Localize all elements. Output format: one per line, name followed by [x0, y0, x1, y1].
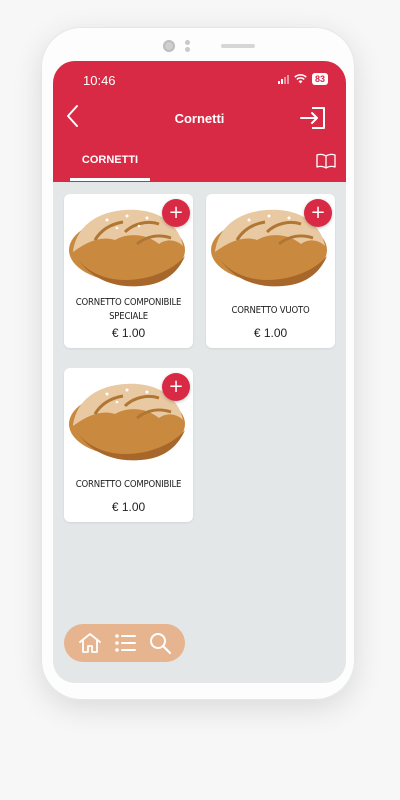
- add-to-cart-button[interactable]: +: [162, 199, 190, 227]
- product-price: € 1.00: [111, 500, 146, 514]
- book-icon[interactable]: [316, 153, 336, 169]
- bottom-nav: [64, 624, 185, 662]
- signal-icon: [277, 74, 289, 84]
- app-screen: 10:46 83 Cornetti CORNETTI + CORNETTO CO…: [53, 61, 346, 683]
- tab-indicator: [70, 178, 150, 181]
- speaker: [221, 44, 255, 48]
- tab-cornetti[interactable]: CORNETTI: [70, 153, 150, 181]
- status-time: 10:46: [83, 73, 116, 88]
- login-icon[interactable]: [300, 107, 326, 129]
- list-icon[interactable]: [113, 631, 137, 655]
- product-card[interactable]: + CORNETTO COMPONIBILE SPECIALE € 1.00: [64, 194, 193, 348]
- home-icon[interactable]: [78, 631, 102, 655]
- wifi-icon: [294, 74, 307, 84]
- product-price: € 1.00: [253, 326, 288, 340]
- product-card[interactable]: + CORNETTO VUOTO € 1.00: [206, 194, 335, 348]
- product-name: CORNETTO VUOTO: [231, 305, 310, 316]
- product-card[interactable]: + CORNETTO COMPONIBILE € 1.00: [64, 368, 193, 522]
- product-name: CORNETTO COMPONIBILE SPECIALE: [75, 297, 182, 322]
- product-price: € 1.00: [111, 326, 146, 340]
- sensor: [185, 40, 190, 52]
- product-name: CORNETTO COMPONIBILE: [75, 479, 182, 490]
- battery-indicator: 83: [311, 73, 328, 85]
- status-icons: 83: [277, 73, 328, 85]
- add-to-cart-button[interactable]: +: [304, 199, 332, 227]
- search-icon[interactable]: [148, 631, 172, 655]
- app-header: 10:46 83 Cornetti CORNETTI: [53, 61, 346, 182]
- add-to-cart-button[interactable]: +: [162, 373, 190, 401]
- camera: [163, 40, 175, 52]
